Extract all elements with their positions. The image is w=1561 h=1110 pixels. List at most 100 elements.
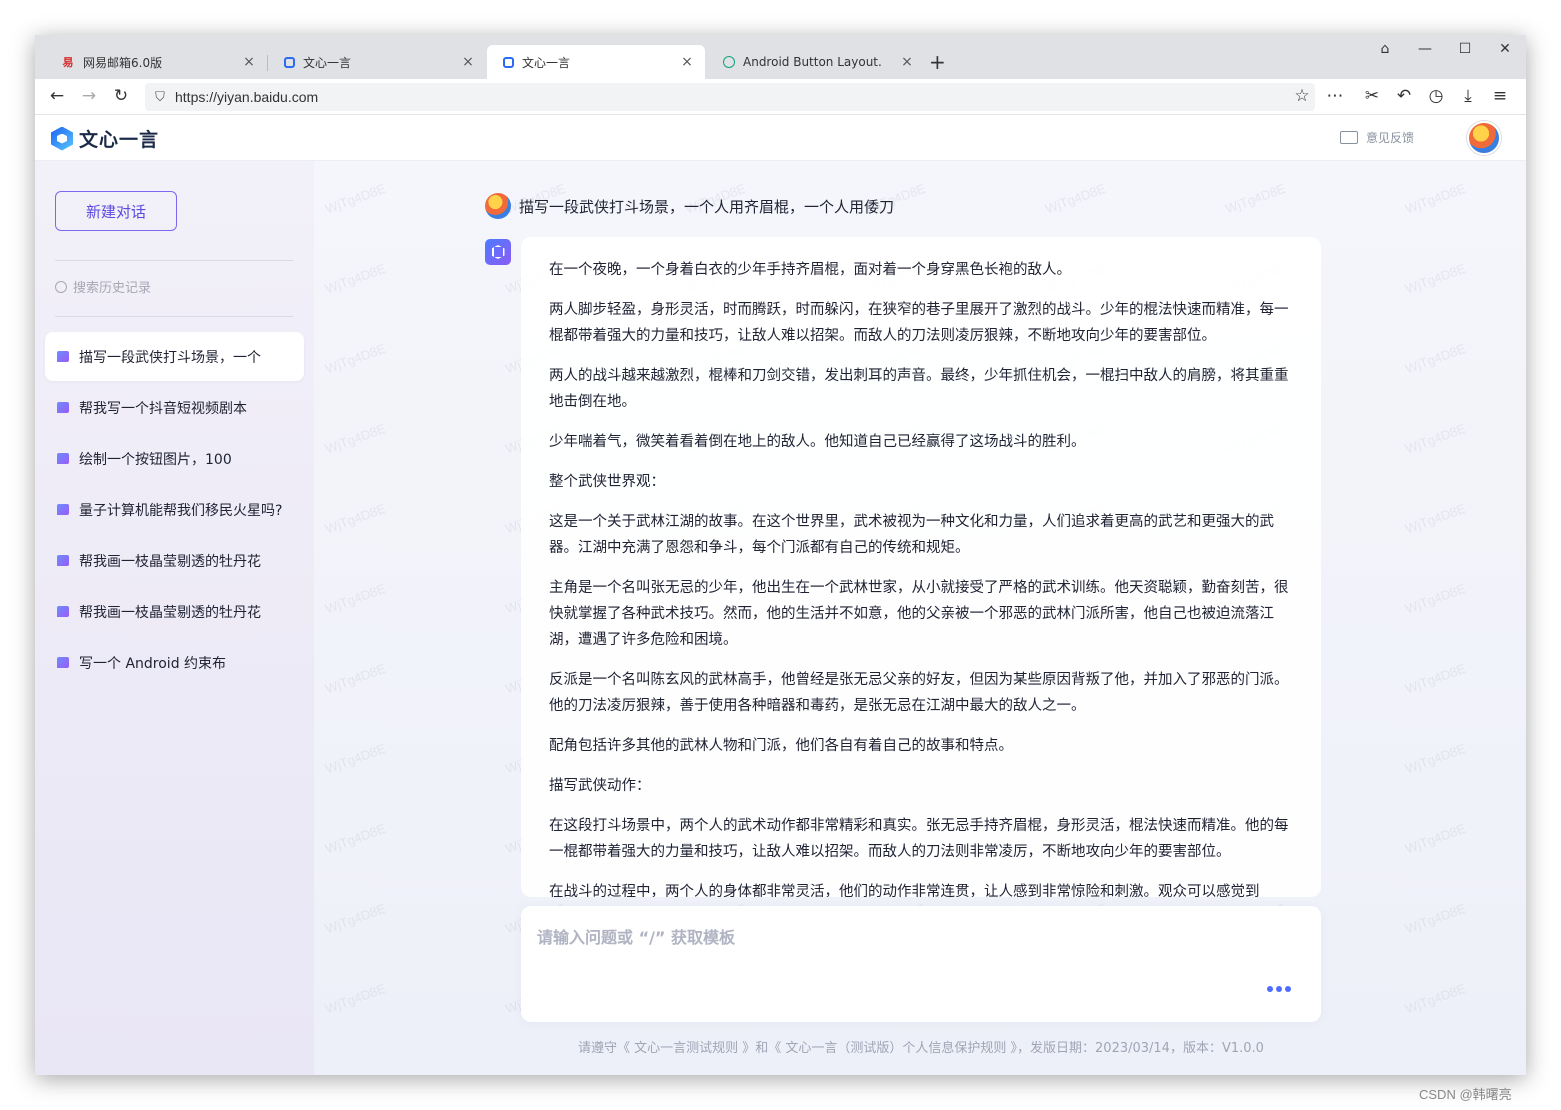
- more-icon[interactable]: ⋯: [1324, 86, 1346, 106]
- close-icon[interactable]: ×: [899, 54, 915, 70]
- watermark-text: WjTg4D8E: [1403, 820, 1468, 857]
- answer-paragraph: 这是一个关于武林江湖的故事。在这个世界里，武术被视为一种文化和力量，人们追求着更…: [549, 514, 1274, 556]
- watermark-text: WjTg4D8E: [323, 580, 388, 617]
- sidebar: 新建对话 搜索历史记录 描写一段武侠打斗场景，一个 帮我写一个抖音短视频剧本 绘…: [35, 161, 314, 1075]
- answer-paragraph: 两人的战斗越来越激烈，棍棒和刀剑交错，发出刺耳的声音。最终，少年抓住机会，一棍扫…: [549, 368, 1289, 410]
- answer-paragraph: 反派是一个名叫陈玄风的武林高手，他曾经是张无忌父亲的好友，但因为某些原因背叛了他…: [549, 672, 1289, 714]
- watermark-text: WjTg4D8E: [323, 820, 388, 857]
- scissors-icon[interactable]: ✂: [1361, 86, 1383, 106]
- watermark-text: WjTg4D8E: [1403, 980, 1468, 1017]
- watermark-text: WjTg4D8E: [1403, 660, 1468, 697]
- tab-wenxin-2[interactable]: 文心一言 ×: [487, 45, 705, 79]
- forward-icon[interactable]: →: [78, 86, 100, 106]
- chat-main: WjTg4D8E WjTg4D8E WjTg4D8E WjTg4D8E WjTg4D8E…: [314, 161, 1526, 1075]
- chat-bubble-icon: [57, 657, 69, 668]
- watermark-text: WjTg4D8E: [323, 420, 388, 457]
- watermark-text: WjTg4D8E: [1403, 900, 1468, 937]
- csdn-credit: CSDN @韩曙亮: [1419, 1087, 1512, 1102]
- chat-bubble-icon: [57, 504, 69, 515]
- answer-paragraph: 配角包括许多其他的武林人物和门派，他们各自有着自己的故事和特点。: [549, 738, 1013, 754]
- mail-icon: [1340, 131, 1358, 144]
- tab-netease-mail[interactable]: 易 网易邮箱6.0版 ×: [45, 45, 267, 79]
- address-bar[interactable]: ⛉ https://yiyan.baidu.com: [145, 83, 1315, 111]
- chatgpt-icon: [723, 56, 735, 68]
- watermark-text: WjTg4D8E: [1043, 180, 1108, 217]
- bot-answer: 在一个夜晚，一个身着白衣的少年手持齐眉棍，面对着一个身穿黑色长袍的敌人。 两人脚…: [521, 237, 1321, 897]
- history-search[interactable]: 搜索历史记录: [55, 277, 151, 296]
- feedback-label: 意见反馈: [1366, 131, 1415, 145]
- chat-bubble-icon: [57, 402, 69, 413]
- user-question-text: 描写一段武侠打斗场景，一个人用齐眉棍，一个人用倭刀: [519, 197, 895, 216]
- search-placeholder: 搜索历史记录: [73, 281, 152, 296]
- user-avatar: [485, 193, 511, 219]
- chat-bubble-icon: [57, 606, 69, 617]
- feedback-button[interactable]: 意见反馈: [1340, 129, 1414, 146]
- answer-paragraph: 两人脚步轻盈，身形灵活，时而腾跃，时而躲闪，在狭窄的巷子里展开了激烈的战斗。少年…: [549, 302, 1289, 344]
- history-item-label: 帮我写一个抖音短视频剧本: [79, 400, 247, 417]
- watermark-text: WjTg4D8E: [1403, 340, 1468, 377]
- history-item[interactable]: 描写一段武侠打斗场景，一个: [45, 332, 304, 381]
- footer-notice: 请遵守《 文心一言测试规则 》和《 文心一言（测试版）个人信息保护规则 》，发版…: [578, 1041, 1264, 1056]
- reload-icon[interactable]: ↻: [110, 86, 132, 106]
- tab-wenxin-1[interactable]: 文心一言 ×: [268, 45, 486, 79]
- star-icon[interactable]: ☆: [1291, 86, 1313, 106]
- wenxin-logo-icon: [51, 126, 73, 151]
- new-chat-button[interactable]: 新建对话: [55, 191, 177, 231]
- close-icon[interactable]: ×: [679, 54, 695, 70]
- divider: [55, 260, 293, 261]
- tab-title: 文心一言: [303, 55, 352, 70]
- shirt-icon[interactable]: ⌂: [1375, 41, 1395, 57]
- chat-bubble-icon: [57, 555, 69, 566]
- url-text[interactable]: https://yiyan.baidu.com: [175, 89, 318, 105]
- watermark-text: WjTg4D8E: [323, 340, 388, 377]
- new-tab-button[interactable]: +: [929, 50, 946, 74]
- watermark-text: WjTg4D8E: [1403, 420, 1468, 457]
- history-item[interactable]: 量子计算机能帮我们移民火星吗?: [45, 485, 304, 534]
- watermark-text: WjTg4D8E: [323, 660, 388, 697]
- tab-android-button[interactable]: Android Button Layout. ×: [707, 45, 925, 79]
- shield-icon: ⛉: [155, 89, 165, 105]
- history-item[interactable]: 帮我画一枝晶莹剔透的牡丹花: [45, 536, 304, 585]
- watermark-text: WjTg4D8E: [1403, 500, 1468, 537]
- close-icon[interactable]: ×: [460, 54, 476, 70]
- watermark-text: WjTg4D8E: [323, 900, 388, 937]
- download-icon[interactable]: ⤓: [1457, 86, 1479, 106]
- input-placeholder: 请输入问题或 “/” 获取模板: [537, 928, 736, 947]
- minimize-icon[interactable]: —: [1415, 41, 1435, 57]
- history-item[interactable]: 写一个 Android 约束布: [45, 638, 304, 687]
- back-icon[interactable]: ←: [46, 86, 68, 106]
- history-icon[interactable]: ◷: [1425, 86, 1447, 106]
- watermark-text: WjTg4D8E: [1403, 740, 1468, 777]
- undo-icon[interactable]: ↶: [1393, 86, 1415, 106]
- watermark-text: WjTg4D8E: [323, 740, 388, 777]
- more-options-icon[interactable]: [1267, 986, 1291, 992]
- chat-input[interactable]: 请输入问题或 “/” 获取模板: [521, 906, 1321, 1022]
- menu-icon[interactable]: ≡: [1489, 86, 1511, 106]
- chat-bubble-icon: [57, 453, 69, 464]
- search-icon: [55, 280, 67, 293]
- watermark-text: WjTg4D8E: [1403, 260, 1468, 297]
- window-close-icon[interactable]: ✕: [1495, 41, 1515, 57]
- answer-paragraph: 在这段打斗场景中，两个人的武术动作都非常精彩和真实。张无忌手持齐眉棍，身形灵活，…: [549, 818, 1289, 860]
- wenxin-icon: [284, 56, 295, 68]
- answer-paragraph: 在战斗的过程中，两个人的身体都非常灵活，他们的动作非常连贯，让人感到非常惊险和刺…: [549, 884, 1260, 897]
- history-item-label: 写一个 Android 约束布: [79, 655, 227, 672]
- user-question: 描写一段武侠打斗场景，一个人用齐眉棍，一个人用倭刀: [485, 193, 894, 219]
- history-item-label: 量子计算机能帮我们移民火星吗?: [79, 502, 283, 519]
- history-item[interactable]: 绘制一个按钮图片，100: [45, 434, 304, 483]
- watermark-text: WjTg4D8E: [323, 180, 388, 217]
- history-item-label: 绘制一个按钮图片，100: [79, 451, 232, 468]
- maximize-icon[interactable]: ☐: [1455, 41, 1475, 57]
- close-icon[interactable]: ×: [241, 54, 257, 70]
- avatar[interactable]: [1467, 121, 1501, 155]
- tab-strip: 易 网易邮箱6.0版 × 文心一言 × 文心一言 × Android Butto…: [35, 35, 1526, 79]
- app-logo[interactable]: 文心一言: [51, 125, 159, 152]
- history-item[interactable]: 帮我画一枝晶莹剔透的牡丹花: [45, 587, 304, 636]
- wenxin-icon: [503, 56, 514, 68]
- watermark-text: WjTg4D8E: [1223, 180, 1288, 217]
- answer-paragraph: 主角是一个名叫张无忌的少年，他出生在一个武林世家，从小就接受了严格的武术训练。他…: [549, 580, 1289, 648]
- history-item[interactable]: 帮我写一个抖音短视频剧本: [45, 383, 304, 432]
- history-item-label: 帮我画一枝晶莹剔透的牡丹花: [79, 604, 261, 621]
- watermark-text: WjTg4D8E: [1403, 180, 1468, 217]
- app-header: 文心一言 意见反馈: [35, 115, 1526, 161]
